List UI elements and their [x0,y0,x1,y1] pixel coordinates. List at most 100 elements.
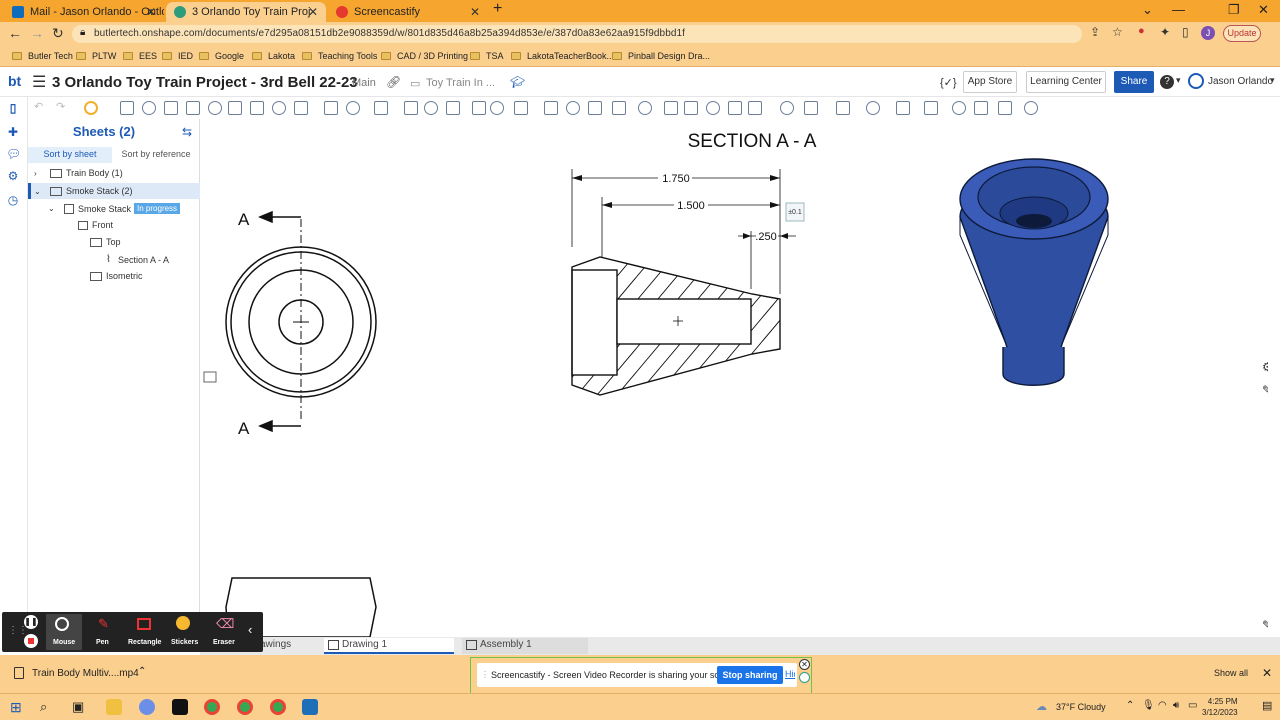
new-tab-button[interactable]: + [493,0,502,18]
toolbar-tool-icon[interactable] [294,101,308,115]
toolbar-tool-icon[interactable] [324,101,338,115]
url-input[interactable]: 🔒︎ butlertech.onshape.com/documents/e7d2… [72,25,1082,43]
chrome-icon[interactable] [270,699,286,715]
toolbar-tool-icon[interactable] [998,101,1012,115]
view-smoke-stack[interactable]: ⌄ Smoke Stack In progress [48,203,181,214]
screencastify-icon[interactable] [799,672,810,683]
pen-icon[interactable]: ✎ [98,616,109,632]
toolbar-tool-icon[interactable] [446,101,460,115]
toolbar-tool-icon[interactable] [208,101,222,115]
search-icon[interactable]: ⌕ [40,699,47,715]
toolbar-tool-icon[interactable] [804,101,818,115]
notifications-icon[interactable]: ▤ [1262,699,1272,712]
toolbar-tool-icon[interactable] [228,101,242,115]
dim-inner-label[interactable]: 1.500 [677,200,705,212]
toolbar-tool-icon[interactable] [424,101,438,115]
sheet-smoke-stack[interactable]: ⌄ Smoke Stack (2) [34,186,133,196]
drawing-canvas[interactable]: A A SECTION A - A 1.750 1.500 .250 ±0.1 … [200,119,1268,637]
toolbar-tool-icon[interactable] [706,101,720,115]
toolbar-tool-icon[interactable] [186,101,200,115]
sheet-train-body[interactable]: › Train Body (1) [34,168,123,178]
sidebar-icon[interactable]: ▯ [1182,25,1189,39]
tab-drawing-1[interactable]: Drawing 1 [324,638,454,654]
bookmark-item[interactable]: EES [123,51,157,61]
toolbar-tool-icon[interactable] [374,101,388,115]
share-page-icon[interactable]: ⇪ [1090,25,1100,39]
close-icon[interactable]: ✕ [1262,666,1272,680]
document-icon[interactable]: ▯ [6,101,20,115]
toolbar-tool-icon[interactable] [272,101,286,115]
toolbar-tool-icon[interactable] [490,101,504,115]
tab-search-icon[interactable]: ⌄ [1142,2,1153,18]
redo-icon[interactable]: ↷ [56,100,65,113]
toolbar-tool-icon[interactable] [780,101,794,115]
eraser-icon[interactable]: ⌫ [216,616,234,632]
close-icon[interactable]: ✕ [470,5,480,19]
extensions-puzzle-icon[interactable]: ✦ [1160,25,1170,39]
toolbar-tool-icon[interactable] [120,101,134,115]
branch-label[interactable]: Main [352,77,376,89]
view-tools-icon[interactable]: ⚙ [1262,360,1268,374]
toolbar-tool-icon[interactable] [544,101,558,115]
share-button[interactable]: Share [1114,71,1154,93]
download-file-name[interactable]: Train Body Multiv....mp4 [32,668,139,679]
breadcrumb[interactable]: Toy Train In ... [426,77,495,89]
chevron-right-icon[interactable]: › [34,169,50,178]
toolbar-tool-icon[interactable] [142,101,156,115]
bookmark-item[interactable]: Teaching Tools [302,51,377,61]
chrome-icon[interactable] [204,699,220,715]
toolbar-tool-icon[interactable] [612,101,626,115]
maximize-button[interactable]: ❐ [1228,2,1240,18]
extension-icon[interactable]: ● [1138,25,1145,37]
insert-sheet-icon[interactable]: ⇆ [182,125,192,139]
toolbar-tool-icon[interactable] [664,101,678,115]
undo-icon[interactable]: ↶ [34,100,43,113]
link-icon[interactable]: 🔗︎ [386,75,401,89]
pin-icon[interactable]: ✎ [1262,618,1268,632]
minimize-button[interactable]: — [1172,2,1185,17]
view-front[interactable]: Front [78,220,113,230]
bookmark-item[interactable]: TSA [470,51,504,61]
collapse-panel-icon[interactable] [203,371,217,383]
close-window-button[interactable]: ✕ [1258,2,1269,18]
terminal-icon[interactable] [172,699,188,715]
hide-link[interactable]: Hide [785,669,795,679]
toolbar-tool-icon[interactable] [514,101,528,115]
custom-features-icon[interactable]: {✓} [940,76,957,89]
tab-outlook[interactable]: Mail - Jason Orlando - Outlook ✕ [4,2,164,22]
rectangle-icon[interactable] [137,618,151,630]
learning-center-button[interactable]: Learning Center [1026,71,1106,93]
battery-icon[interactable]: ▭ [1188,700,1197,711]
app-icon[interactable] [139,699,155,715]
tab-screencastify[interactable]: Screencastify ✕ [328,2,488,22]
toolbar-tool-icon[interactable] [1024,101,1038,115]
pause-icon[interactable]: ❚❚ [24,615,38,629]
mouse-icon[interactable] [55,617,69,631]
bookmark-item[interactable]: LakotaTeacherBook... [511,51,614,61]
forward-icon[interactable]: → [30,25,44,41]
microphone-icon[interactable]: 🎙︎ [1142,700,1155,711]
comments-icon[interactable]: 💬︎ [6,147,21,161]
clock[interactable]: 4:25 PM 3/12/2023 [1202,696,1238,718]
toolbar-tool-icon[interactable] [250,101,264,115]
close-icon[interactable]: ✕ [308,5,318,19]
bookmark-item[interactable]: Pinball Design Dra... [612,51,710,61]
show-all-link[interactable]: Show all [1214,668,1248,678]
sort-by-sheet-tab[interactable]: Sort by sheet [28,147,112,163]
toolbar-tool-icon[interactable] [748,101,762,115]
toolbar-tool-icon[interactable] [346,101,360,115]
onshape-logo[interactable]: bt [8,73,21,89]
chevron-down-icon[interactable]: ▾ [1176,75,1181,86]
drag-handle-icon[interactable]: ⋮ [481,670,489,679]
back-icon[interactable]: ← [8,25,22,41]
bookmark-item[interactable]: IED [162,51,193,61]
toolbar-tool-icon[interactable] [896,101,910,115]
task-view-icon[interactable]: ▣ [72,699,84,715]
toolbar-tool-icon[interactable] [638,101,652,115]
toolbar-tool-icon[interactable] [974,101,988,115]
toolbar-tool-icon[interactable] [588,101,602,115]
view-section-a-a[interactable]: ⌇ Section A - A [106,254,169,265]
windows-start-icon[interactable]: ⊞ [10,699,22,716]
toolbar-tool-icon[interactable] [728,101,742,115]
chevron-down-icon[interactable]: ⌄ [48,204,64,213]
